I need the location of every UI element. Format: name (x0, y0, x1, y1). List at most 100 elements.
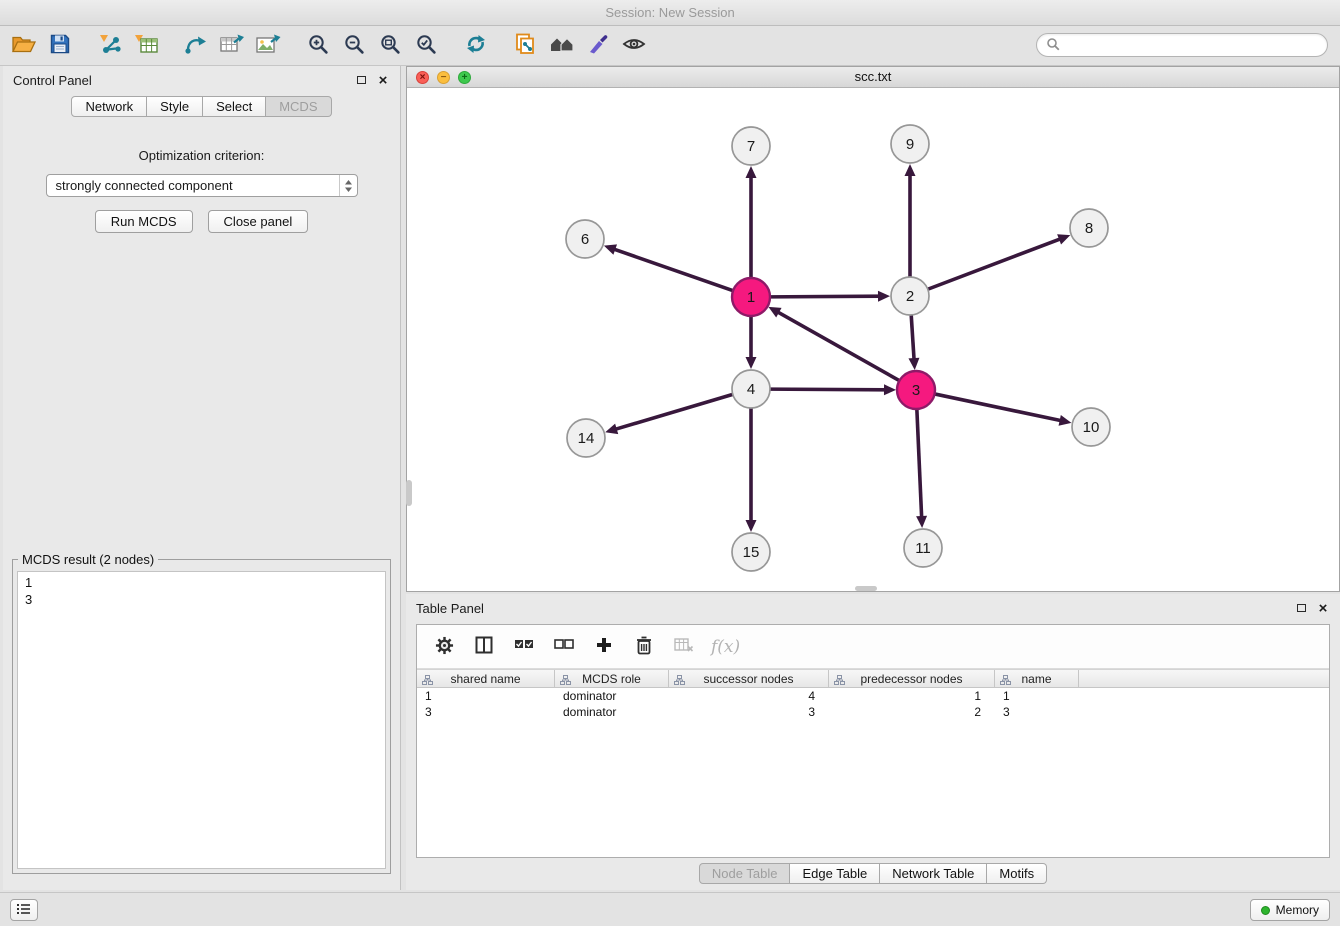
column-tree-icon (1000, 674, 1011, 688)
table-panel-title: Table Panel (416, 601, 484, 616)
columns-icon (475, 636, 493, 657)
close-window-traffic-icon[interactable] (416, 71, 429, 84)
table-row[interactable]: 1dominator411 (417, 688, 1329, 704)
close-table-panel-button[interactable] (1316, 601, 1330, 615)
table-panel-header: Table Panel (406, 594, 1340, 622)
zoom-fit-button[interactable] (372, 30, 408, 62)
search-input[interactable] (1066, 38, 1318, 52)
column-header-predecessor-nodes[interactable]: predecessor nodes (829, 670, 995, 687)
table-settings-button[interactable] (431, 634, 457, 660)
import-table-button[interactable] (128, 30, 164, 62)
network-canvas[interactable]: 7968124314101511 (407, 88, 1339, 591)
add-column-button[interactable] (591, 634, 617, 660)
unchecked-boxes-icon (554, 638, 574, 655)
graph-node-label: 4 (747, 381, 755, 398)
show-columns-button[interactable] (471, 634, 497, 660)
tab-network-table[interactable]: Network Table (880, 863, 987, 884)
tab-mcds[interactable]: MCDS (266, 96, 331, 117)
graph-node-label: 14 (578, 430, 595, 447)
graph-edge-arrow (746, 166, 757, 178)
network-horizontal-scrollbar[interactable] (855, 586, 877, 591)
float-icon (357, 76, 366, 84)
column-header-mcds-role[interactable]: MCDS role (555, 670, 669, 687)
column-header-name[interactable]: name (995, 670, 1079, 687)
float-panel-button[interactable] (354, 73, 368, 87)
export-image-button[interactable] (250, 30, 286, 62)
import-network-button[interactable] (92, 30, 128, 62)
refresh-button[interactable] (458, 30, 494, 62)
graph-node-label: 3 (912, 382, 920, 399)
plus-icon (595, 636, 613, 657)
delete-column-button[interactable] (631, 634, 657, 660)
style-brush-button[interactable] (580, 30, 616, 62)
graph-edge-arrow (605, 424, 618, 435)
table-cell: 4 (669, 689, 829, 703)
deselect-all-button[interactable] (551, 634, 577, 660)
refresh-icon (464, 33, 488, 58)
home-button[interactable] (544, 30, 580, 62)
network-vertical-scrollbar[interactable] (406, 480, 412, 506)
network-arrows-button[interactable] (178, 30, 214, 62)
tab-network[interactable]: Network (71, 96, 147, 117)
graph-edge-4-14[interactable] (615, 394, 733, 429)
select-all-button[interactable] (511, 634, 537, 660)
zoom-selected-button[interactable] (408, 30, 444, 62)
graph-node-label: 2 (906, 288, 914, 305)
graph-edge-4-3[interactable] (770, 389, 886, 390)
graph-edge-3-1[interactable] (777, 312, 899, 381)
memory-button[interactable]: Memory (1250, 899, 1330, 921)
criterion-dropdown[interactable]: strongly connected component (46, 174, 358, 197)
tab-motifs[interactable]: Motifs (987, 863, 1047, 884)
column-header-successor-nodes[interactable]: successor nodes (669, 670, 829, 687)
graph-edge-1-6[interactable] (613, 249, 733, 291)
graph-node-label: 7 (747, 138, 755, 155)
zoom-in-button[interactable] (300, 30, 336, 62)
table-cell: 3 (669, 705, 829, 719)
control-panel-header: Control Panel (3, 66, 400, 94)
tab-style[interactable]: Style (147, 96, 203, 117)
column-tree-icon (674, 674, 685, 688)
save-session-button[interactable] (42, 30, 78, 62)
graph-edge-2-3[interactable] (911, 315, 914, 360)
table-cell: 2 (829, 705, 995, 719)
table-row[interactable]: 3dominator323 (417, 704, 1329, 720)
graph-edge-3-11[interactable] (917, 409, 922, 518)
mcds-result-area[interactable]: 1 3 (17, 571, 386, 869)
import-network-icon (97, 33, 123, 58)
memory-status-icon (1261, 906, 1270, 915)
graph-node-label: 11 (915, 540, 931, 557)
close-panel-button[interactable] (376, 73, 390, 87)
minimize-window-traffic-icon[interactable] (437, 71, 450, 84)
application-window: Session: New Session (0, 0, 1340, 926)
eye-icon (622, 35, 646, 56)
export-table-button[interactable] (214, 30, 250, 62)
show-hide-button[interactable] (616, 30, 652, 62)
zoom-out-button[interactable] (336, 30, 372, 62)
network-list-button[interactable] (10, 899, 38, 921)
float-table-panel-button[interactable] (1294, 601, 1308, 615)
paint-brush-icon (587, 33, 609, 58)
window-titlebar[interactable]: Session: New Session (0, 0, 1340, 26)
tab-select[interactable]: Select (203, 96, 266, 117)
close-panel-button-mcds[interactable]: Close panel (208, 210, 309, 233)
network-window-titlebar[interactable]: scc.txt (407, 67, 1339, 88)
column-header-shared-name[interactable]: shared name (417, 670, 555, 687)
maximize-window-traffic-icon[interactable] (458, 71, 471, 84)
graph-edge-3-10[interactable] (935, 394, 1062, 421)
zoom-selected-icon (415, 33, 437, 58)
network-graph[interactable]: 7968124314101511 (407, 88, 1339, 591)
graph-node-label: 8 (1085, 220, 1093, 237)
graph-edge-arrow (884, 384, 896, 395)
save-floppy-icon (49, 33, 71, 58)
status-bar: Memory (0, 892, 1340, 926)
memory-label: Memory (1276, 903, 1319, 917)
graph-edge-2-8[interactable] (928, 239, 1061, 290)
tab-edge-table[interactable]: Edge Table (790, 863, 880, 884)
copy-network-button[interactable] (508, 30, 544, 62)
run-mcds-button[interactable]: Run MCDS (95, 210, 193, 233)
graph-edge-1-2[interactable] (770, 296, 880, 297)
open-session-button[interactable] (6, 30, 42, 62)
graph-edge-arrow (878, 291, 890, 302)
search-field[interactable] (1036, 33, 1328, 57)
tab-node-table[interactable]: Node Table (699, 863, 791, 884)
